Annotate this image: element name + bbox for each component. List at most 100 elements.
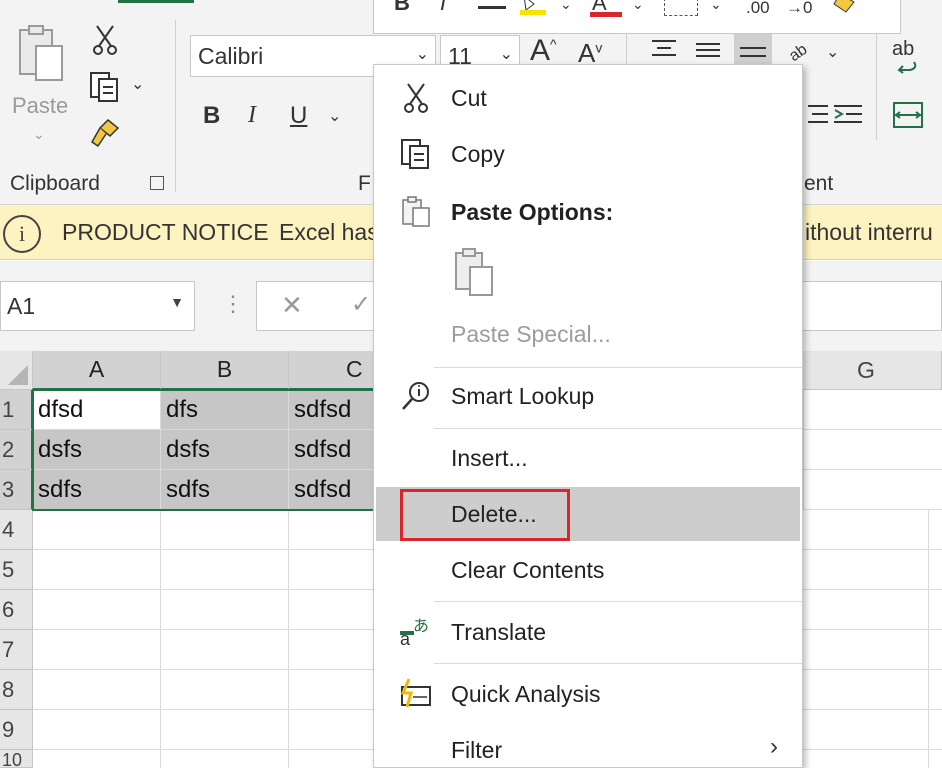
align-bottom-icon[interactable]	[734, 34, 772, 64]
menu-item-label: Cut	[451, 84, 487, 111]
menu-item-quick-analysis[interactable]: Quick Analysis	[374, 671, 802, 717]
mini-border-icon[interactable]	[478, 6, 506, 9]
name-box[interactable]: A1 ▼	[0, 281, 195, 331]
row-header-7[interactable]: 7	[0, 630, 33, 670]
name-box-dropdown-icon[interactable]: ▼	[170, 294, 184, 310]
menu-item-paste-special[interactable]: Paste Special...	[374, 311, 802, 357]
selection-range	[32, 389, 420, 511]
orientation-icon[interactable]: ab	[786, 36, 816, 65]
paste-icon[interactable]	[14, 22, 66, 84]
menu-item-smart-lookup[interactable]: Smart Lookup	[374, 373, 802, 419]
underline-button[interactable]: U	[290, 102, 307, 130]
formula-bar-grip-icon[interactable]: ⋮	[222, 291, 244, 317]
svg-text:ab: ab	[786, 41, 810, 64]
menu-item-insert[interactable]: Insert...	[374, 435, 802, 481]
menu-item-label: Paste Special...	[451, 320, 611, 347]
row-header-6[interactable]: 6	[0, 590, 33, 630]
bold-button[interactable]: B	[203, 102, 220, 130]
quick-analysis-icon	[398, 676, 434, 712]
copy-chevron-down-icon[interactable]: ⌄	[131, 74, 144, 94]
smart-lookup-icon	[398, 378, 434, 414]
paste-options-label: Paste Options:	[451, 198, 614, 225]
menu-item-label: Quick Analysis	[451, 680, 601, 707]
svg-text:あ: あ	[413, 617, 429, 635]
menu-item-filter[interactable]: Filter ›	[374, 727, 802, 768]
enter-check-icon[interactable]: ✓	[351, 290, 371, 319]
menu-item-cut[interactable]: Cut	[374, 75, 802, 121]
formula-input[interactable]	[800, 281, 942, 331]
mini-bold-button[interactable]: B	[394, 0, 410, 16]
notice-text-right: ithout interru	[805, 219, 933, 245]
decrease-indent-icon[interactable]	[802, 100, 830, 130]
format-painter-icon[interactable]	[88, 118, 122, 148]
merge-center-icon[interactable]	[892, 100, 924, 130]
increase-font-size-icon[interactable]: A^	[530, 34, 557, 68]
row-header-2[interactable]: 2	[0, 430, 33, 470]
mini-borders-chevron-down-icon[interactable]: ⌄	[710, 0, 722, 13]
menu-item-label: Clear Contents	[451, 556, 605, 583]
font-color-swatch	[590, 12, 622, 17]
mini-font-color-chevron-down-icon[interactable]: ⌄	[632, 0, 644, 13]
group-divider	[876, 30, 877, 140]
row-header-10[interactable]: 10	[0, 750, 33, 768]
active-tab-indicator	[118, 0, 194, 3]
cut-icon[interactable]	[92, 24, 118, 56]
menu-separator	[434, 428, 802, 429]
select-all-button[interactable]	[0, 351, 33, 390]
menu-item-label: Filter	[451, 736, 503, 763]
increase-indent-icon[interactable]	[832, 100, 864, 130]
paste-label[interactable]: Paste	[12, 93, 68, 119]
translate-icon: aあ	[398, 614, 434, 650]
formula-buttons: ✕ ✓	[256, 281, 376, 331]
paste-options-header: Paste Options:	[374, 189, 802, 235]
mini-increase-decimal-button[interactable]: .00	[746, 0, 770, 18]
underline-chevron-down-icon[interactable]: ⌄	[328, 106, 341, 126]
group-divider	[175, 20, 176, 192]
column-header-a[interactable]: A	[33, 351, 161, 390]
empty-cells-right[interactable]	[803, 390, 942, 510]
row-header-9[interactable]: 9	[0, 710, 33, 750]
context-menu: Cut Copy Paste Options: Paste Special...…	[373, 64, 803, 768]
mini-format-painter-icon[interactable]	[830, 0, 860, 16]
orientation-chevron-down-icon[interactable]: ⌄	[826, 42, 839, 62]
paste-option-icon[interactable]	[450, 247, 498, 299]
scissors-icon	[398, 80, 434, 116]
row-header-4[interactable]: 4	[0, 510, 33, 550]
alignment-group-label: ent	[804, 172, 834, 195]
column-header-g[interactable]: G	[803, 351, 942, 390]
menu-item-delete[interactable]: Delete...	[376, 487, 800, 541]
menu-item-copy[interactable]: Copy	[374, 131, 802, 177]
menu-separator	[434, 663, 802, 664]
menu-separator	[434, 367, 802, 368]
wrap-text-icon[interactable]: ab	[892, 38, 914, 61]
clipboard-group-label: Clipboard	[10, 172, 100, 195]
mini-decrease-decimal-button[interactable]: →0	[786, 0, 812, 18]
menu-item-translate[interactable]: aあ Translate	[374, 609, 802, 655]
mini-italic-button[interactable]: I	[440, 0, 446, 16]
paste-chevron-down-icon[interactable]: ⌄	[33, 126, 45, 143]
italic-button[interactable]: I	[248, 102, 256, 129]
align-top-icon[interactable]	[650, 38, 678, 60]
menu-item-label: Copy	[451, 140, 505, 167]
mini-fill-color-icon[interactable]	[518, 0, 548, 16]
menu-separator	[434, 601, 802, 602]
mini-borders-icon[interactable]	[664, 0, 698, 16]
wrap-text-arrow-icon	[894, 60, 920, 74]
font-size-chevron-down-icon: ⌄	[499, 46, 513, 63]
column-header-b[interactable]: B	[161, 351, 289, 390]
row-header-1[interactable]: 1	[0, 390, 33, 430]
menu-item-label: Delete...	[451, 500, 537, 527]
menu-item-clear-contents[interactable]: Clear Contents	[374, 547, 802, 593]
dialog-launcher-icon[interactable]	[150, 176, 164, 190]
font-name-chevron-down-icon: ⌄	[415, 46, 429, 63]
cancel-icon[interactable]: ✕	[281, 290, 303, 321]
align-middle-icon[interactable]	[694, 38, 722, 60]
row-header-3[interactable]: 3	[0, 470, 33, 510]
row-header-8[interactable]: 8	[0, 670, 33, 710]
mini-toolbar: B I ⌄ A ⌄ ⌄ .00 →0	[373, 0, 901, 34]
notice-text-left: Excel has	[279, 219, 379, 245]
menu-item-label: Translate	[451, 618, 547, 645]
mini-fill-chevron-down-icon[interactable]: ⌄	[560, 0, 572, 13]
copy-icon[interactable]	[88, 70, 122, 104]
row-header-5[interactable]: 5	[0, 550, 33, 590]
